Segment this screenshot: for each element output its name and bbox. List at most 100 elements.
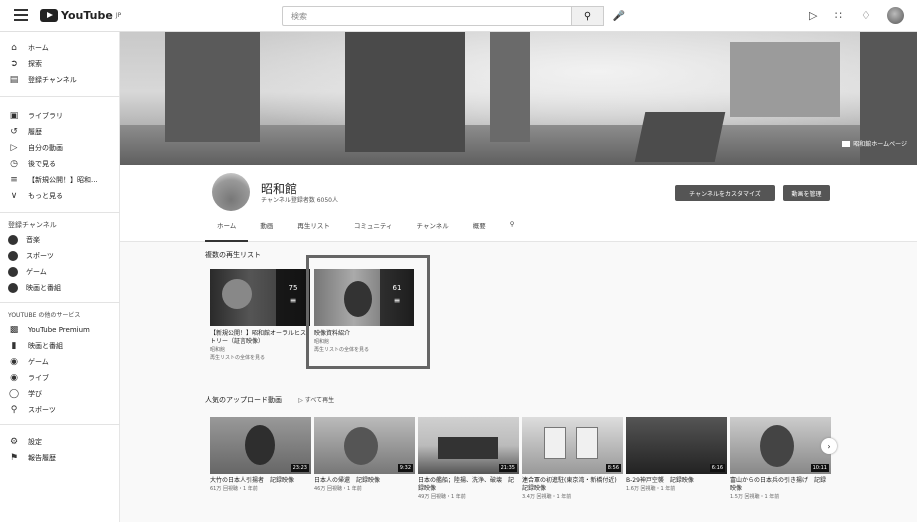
channel-avatar[interactable]: [212, 173, 250, 211]
sidebar-item-premium[interactable]: ▩ YouTube Premium: [0, 322, 120, 338]
video-title[interactable]: 日本人の帰還 記録映像: [314, 477, 415, 485]
sidebar-item-movies[interactable]: ▮ 映画と番組: [0, 338, 120, 354]
sidebar-item-library[interactable]: ▣ ライブラリ: [0, 108, 120, 124]
create-video-icon[interactable]: ▷: [809, 9, 817, 22]
premium-icon: ▩: [9, 325, 19, 335]
menu-icon[interactable]: [14, 9, 28, 21]
video-card[interactable]: 10:11 富山からの日本兵の引き揚げ 記録映像 1.5万 回視聴・1 年前: [730, 417, 831, 501]
tab-playlists[interactable]: 再生リスト: [285, 220, 342, 234]
video-card[interactable]: 23:23 大竹の日本人引揚者 記録映像 61万 回視聴・1 年前: [210, 417, 311, 493]
video-thumbnail[interactable]: 9:32: [314, 417, 415, 474]
sidebar-item-report-history[interactable]: ⚑ 報告履歴: [0, 450, 120, 466]
sidebar-item-explore[interactable]: ➲ 探索: [0, 56, 120, 72]
mic-icon[interactable]: 🎤: [611, 8, 627, 24]
youtube-logo[interactable]: YouTube JP: [40, 9, 121, 22]
video-title[interactable]: B-29神戸空襲 記録映像: [626, 477, 727, 485]
thumbnail-person: [245, 425, 275, 465]
gaming-icon: ◉: [10, 357, 18, 367]
sidebar-item-sports[interactable]: ⚲ スポーツ: [0, 402, 120, 418]
account-avatar[interactable]: [887, 7, 904, 24]
video-thumbnail[interactable]: 10:11: [730, 417, 831, 474]
popular-uploads-section: 人気のアップロード動画 ▷ すべて再生: [205, 395, 334, 405]
channel-search-icon[interactable]: ⚲: [498, 220, 527, 234]
video-duration: 8:56: [605, 464, 621, 472]
tab-community[interactable]: コミュニティ: [342, 220, 405, 234]
video-thumbnail[interactable]: 8:56: [522, 417, 623, 474]
video-title[interactable]: 富山からの日本兵の引き揚げ 記録映像: [730, 477, 831, 493]
playlist-card[interactable]: 75 ≡ 【新規公開！】昭和館オーラルヒストリー（証言映像） 昭和館 再生リストの…: [210, 269, 310, 362]
sidebar-item-music[interactable]: 音楽: [0, 232, 120, 248]
play-all-button[interactable]: ▷ すべて再生: [298, 397, 334, 404]
video-duration: 10:11: [810, 464, 829, 472]
view-full-playlist-link[interactable]: 再生リストの全体を見る: [210, 354, 310, 362]
sidebar-item-live[interactable]: ◉ ライブ: [0, 370, 120, 386]
services-title: YOUTUBE の他のサービス: [8, 312, 81, 319]
video-meta: 1.6万 回視聴・1 年前: [626, 486, 676, 492]
playlist-title[interactable]: 【新規公開！】昭和館オーラルヒストリー（証言映像）: [210, 330, 310, 346]
subscriptions-icon: ▤: [9, 75, 19, 85]
banner-ruin-wall: [165, 32, 260, 142]
watch-later-icon: ◷: [10, 159, 18, 169]
video-title[interactable]: 大竹の日本人引揚者 記録映像: [210, 477, 311, 485]
subscriptions-title: 登録チャンネル: [8, 221, 57, 229]
search-button[interactable]: ⚲: [572, 6, 604, 26]
playlist-icon: ≡: [289, 296, 297, 305]
compass-icon: ➲: [10, 59, 18, 69]
tab-videos[interactable]: 動画: [248, 220, 285, 234]
tab-home[interactable]: ホーム: [205, 220, 249, 242]
channel-home-content: 複数の再生リスト 75 ≡ 【新規公開！】昭和館オーラルヒストリー（証言映像） 昭…: [120, 242, 917, 522]
tab-channels[interactable]: チャンネル: [404, 220, 460, 234]
library-icon: ▣: [9, 111, 19, 121]
logo-region: JP: [115, 12, 122, 19]
thumbnail-person: [760, 425, 794, 467]
chevron-down-icon: ∨: [10, 191, 18, 201]
sidebar-item-show-more[interactable]: ∨ もっと見る: [0, 188, 120, 204]
banner-homepage-link[interactable]: 昭和館ホームページ: [842, 139, 907, 148]
banner-diet-building: [730, 42, 840, 117]
channel-avatar: [8, 283, 18, 293]
manage-videos-button[interactable]: 動画を管理: [783, 185, 830, 201]
notifications-icon[interactable]: ♢: [861, 9, 871, 22]
video-title[interactable]: 連合軍の初進駐(東京湾・新橋付近) 記録映像: [522, 477, 623, 493]
sidebar-item-playlist[interactable]: ≡ 【新規公開！】昭和...: [0, 172, 120, 188]
video-duration: 9:32: [397, 464, 413, 472]
video-title[interactable]: 日本の艦船；陸揚、洗浄、破壊 記録映像: [418, 477, 519, 493]
sidebar-item-my-videos[interactable]: ▷ 自分の動画: [0, 140, 120, 156]
sidebar-item-settings[interactable]: ⚙ 設定: [0, 434, 120, 450]
video-duration: 21:35: [498, 464, 517, 472]
playlists-section-title: 複数の再生リスト: [205, 251, 261, 259]
sidebar-item-history[interactable]: ↺ 履歴: [0, 124, 120, 140]
customize-channel-button[interactable]: チャンネルをカスタマイズ: [675, 185, 775, 201]
playlist-owner[interactable]: 昭和館: [210, 346, 310, 354]
channel-avatar: [8, 235, 18, 245]
channel-avatar: [8, 267, 18, 277]
banner-rubble: [634, 112, 726, 162]
video-thumbnail[interactable]: 6:16: [626, 417, 727, 474]
divider: [0, 302, 120, 303]
sidebar-item-sports-channel[interactable]: スポーツ: [0, 248, 120, 264]
chevron-right-icon[interactable]: ›: [821, 438, 837, 454]
sidebar-item-learning[interactable]: ◯ 学び: [0, 386, 120, 402]
sidebar-item-gaming[interactable]: ◉ ゲーム: [0, 354, 120, 370]
video-thumbnail[interactable]: 21:35: [418, 417, 519, 474]
home-icon: ⌂: [11, 43, 17, 53]
sidebar-item-gaming-channel[interactable]: ゲーム: [0, 264, 120, 280]
playlist-icon: ≡: [10, 175, 18, 185]
playlist-thumbnail[interactable]: 75 ≡: [210, 269, 310, 326]
video-thumbnail[interactable]: 23:23: [210, 417, 311, 474]
sidebar-item-subscriptions[interactable]: ▤ 登録チャンネル: [0, 72, 120, 88]
subscriber-count: チャンネル登録者数 6050人: [261, 197, 338, 204]
apps-icon[interactable]: ∷: [835, 9, 842, 22]
sidebar-item-movies-channel[interactable]: 映画と番組: [0, 280, 120, 296]
video-card[interactable]: 6:16 B-29神戸空襲 記録映像 1.6万 回視聴・1 年前: [626, 417, 727, 493]
sidebar-item-home[interactable]: ⌂ ホーム: [0, 40, 120, 56]
search-input[interactable]: 検索: [282, 6, 572, 26]
play-icon: ▷: [298, 397, 303, 404]
film-icon: ▮: [11, 341, 17, 351]
video-card[interactable]: 9:32 日本人の帰還 記録映像 46万 回視聴・1 年前: [314, 417, 415, 493]
link-icon: [842, 140, 851, 147]
tab-about[interactable]: 概要: [461, 220, 498, 234]
sidebar-item-watch-later[interactable]: ◷ 後で見る: [0, 156, 120, 172]
video-card[interactable]: 21:35 日本の艦船；陸揚、洗浄、破壊 記録映像 49万 回視聴・1 年前: [418, 417, 519, 501]
video-card[interactable]: 8:56 連合軍の初進駐(東京湾・新橋付近) 記録映像 3.4万 回視聴・1 年…: [522, 417, 623, 501]
